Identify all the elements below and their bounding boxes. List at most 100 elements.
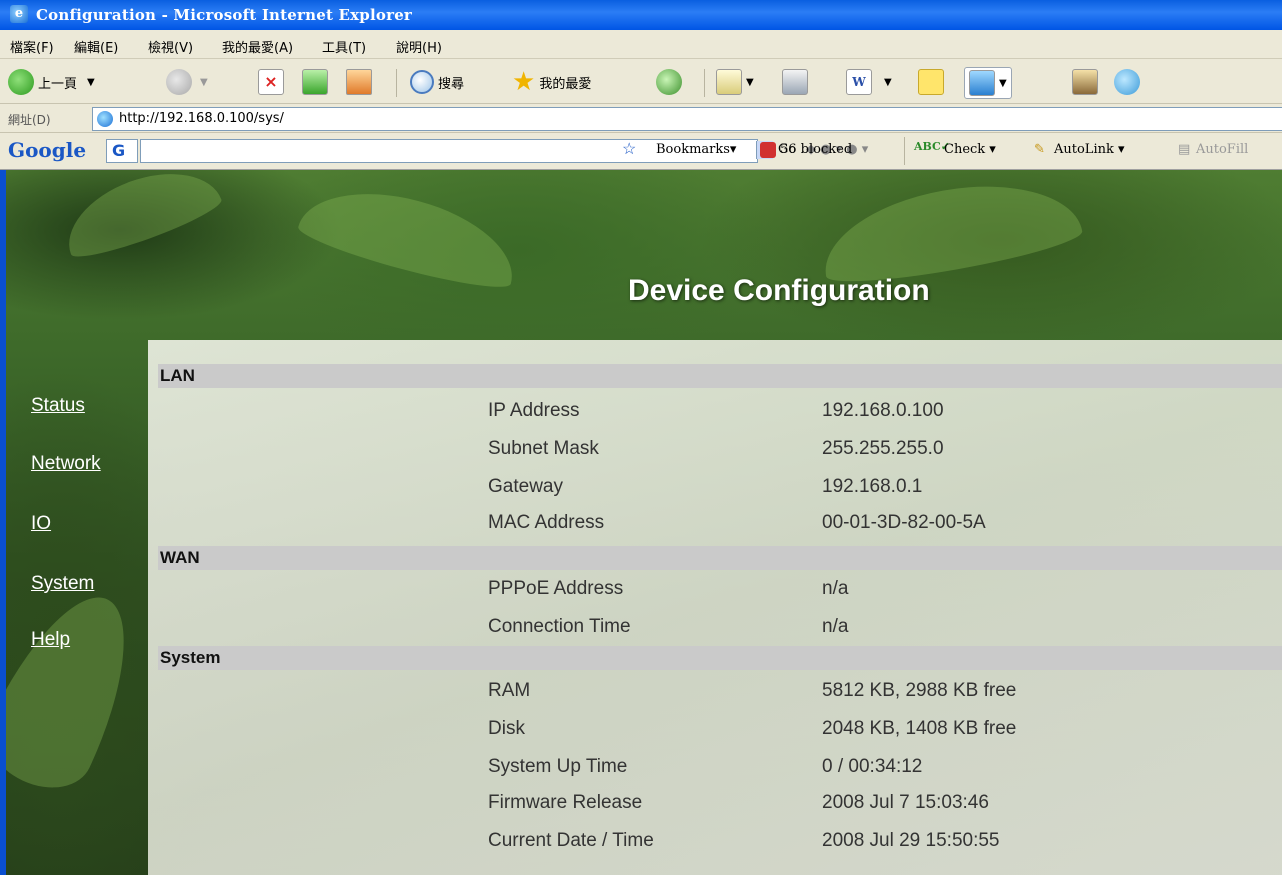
- history-button[interactable]: [656, 67, 686, 97]
- bookmarks-button[interactable]: Bookmarks▾: [656, 142, 736, 157]
- bookmark-star-icon: ☆: [622, 139, 637, 158]
- refresh-button[interactable]: [302, 67, 332, 97]
- window-left-border: [0, 170, 6, 875]
- search-button[interactable]: 搜尋: [410, 67, 464, 97]
- messenger-icon: [969, 70, 995, 96]
- nav-help-link[interactable]: Help: [31, 629, 70, 651]
- home-icon: [346, 69, 372, 95]
- section-title: System: [160, 648, 221, 667]
- fern-decoration: [54, 170, 226, 266]
- table-row: Gateway 192.168.0.1: [148, 476, 1282, 510]
- favorites-button[interactable]: ★ 我的最愛: [512, 67, 591, 97]
- field-value: 00-01-3D-82-00-5A: [822, 512, 986, 533]
- back-button[interactable]: 上一頁 ▼: [8, 67, 95, 97]
- table-row: MAC Address 00-01-3D-82-00-5A: [148, 512, 1282, 546]
- field-label: Current Date / Time: [488, 830, 654, 851]
- home-button[interactable]: [346, 67, 376, 97]
- browser-window: e Configuration - Microsoft Internet Exp…: [0, 0, 1282, 875]
- edit-dropdown-icon[interactable]: ▼: [884, 77, 892, 88]
- back-arrow-icon: [8, 69, 34, 95]
- field-label: Connection Time: [488, 616, 631, 637]
- note-icon: [918, 69, 944, 95]
- nav-network-link[interactable]: Network: [31, 453, 101, 475]
- field-value: 0 / 00:34:12: [822, 756, 923, 777]
- field-label: PPPoE Address: [488, 578, 624, 599]
- table-row: Connection Time n/a: [148, 616, 1282, 650]
- menu-bar: 檔案(F) 編輯(E) 檢視(V) 我的最愛(A) 工具(T) 說明(H): [0, 30, 1282, 59]
- forward-dropdown-icon[interactable]: ▼: [200, 77, 208, 88]
- google-logo[interactable]: Google: [8, 138, 86, 162]
- field-label: RAM: [488, 680, 531, 701]
- menu-edit[interactable]: 編輯(E): [74, 37, 118, 56]
- autofill-button[interactable]: AutoFill: [1196, 142, 1248, 157]
- fern-decoration: [0, 576, 158, 804]
- back-dropdown-icon[interactable]: ▼: [87, 77, 95, 88]
- messenger-dropdown-icon[interactable]: ▼: [999, 78, 1007, 89]
- page-content: Device Configuration Status Network IO S…: [0, 170, 1282, 875]
- window-title: Configuration - Microsoft Internet Explo…: [36, 6, 413, 24]
- autolink-button[interactable]: AutoLink ▾: [1054, 142, 1125, 157]
- field-label: Gateway: [488, 476, 563, 497]
- field-label: IP Address: [488, 400, 580, 421]
- table-row: Subnet Mask 255.255.255.0: [148, 438, 1282, 472]
- print-button[interactable]: [782, 67, 812, 97]
- mail-button[interactable]: ▼: [716, 67, 754, 97]
- menu-help[interactable]: 說明(H): [396, 37, 442, 56]
- research-button[interactable]: [1072, 67, 1102, 97]
- google-menu-button[interactable]: G: [106, 139, 138, 163]
- field-label: MAC Address: [488, 512, 605, 533]
- field-value: n/a: [822, 616, 849, 637]
- messenger-button[interactable]: ▼: [964, 67, 1012, 99]
- menu-favorites[interactable]: 我的最愛(A): [222, 37, 293, 56]
- mail-dropdown-icon[interactable]: ▼: [746, 77, 754, 88]
- refresh-icon: [302, 69, 328, 95]
- forward-button[interactable]: ▼: [166, 67, 208, 97]
- edit-word-button[interactable]: W ▼: [846, 67, 892, 97]
- field-value: 255.255.255.0: [822, 438, 944, 459]
- table-row: Firmware Release 2008 Jul 7 15:03:46: [148, 792, 1282, 826]
- favorites-label: 我的最愛: [539, 76, 592, 92]
- mail-icon: [716, 69, 742, 95]
- table-row: RAM 5812 KB, 2988 KB free: [148, 680, 1282, 714]
- popup-blocked-count[interactable]: 56 blocked: [780, 142, 852, 157]
- research-icon: [1072, 69, 1098, 95]
- toolbar-separator-2: [704, 69, 705, 97]
- field-label: Subnet Mask: [488, 438, 599, 459]
- menu-tools[interactable]: 工具(T): [322, 37, 366, 56]
- page-title: Device Configuration: [628, 274, 930, 307]
- table-row: Disk 2048 KB, 1408 KB free: [148, 718, 1282, 752]
- title-bar: e Configuration - Microsoft Internet Exp…: [0, 0, 1282, 30]
- autolink-icon: ✎: [1034, 142, 1045, 157]
- contacts-icon: [1114, 69, 1140, 95]
- address-url[interactable]: http://192.168.0.100/sys/: [119, 111, 284, 126]
- nav-system-link[interactable]: System: [31, 573, 94, 595]
- field-value: n/a: [822, 578, 849, 599]
- page-icon: [97, 111, 113, 127]
- google-toolbar: Google G ▼ Go ◆ ● ▾ ● ▾ ☆ Bookmarks▾ 56 …: [0, 133, 1282, 170]
- status-panel: LAN IP Address 192.168.0.100 Subnet Mask 2…: [148, 340, 1282, 875]
- field-value: 192.168.0.1: [822, 476, 923, 497]
- field-label: System Up Time: [488, 756, 628, 777]
- section-header-lan: LAN: [158, 364, 1282, 388]
- popup-blocker-icon: [760, 142, 776, 158]
- nav-io-link[interactable]: IO: [31, 513, 51, 535]
- autofill-icon: ▤: [1178, 142, 1191, 157]
- google-g-icon: G: [112, 141, 126, 160]
- address-label: 網址(D): [8, 113, 51, 127]
- address-bar: 網址(D) http://192.168.0.100/sys/: [0, 104, 1282, 133]
- field-value: 2008 Jul 29 15:50:55: [822, 830, 1000, 851]
- ie-icon: e: [10, 5, 28, 23]
- section-header-system: System: [158, 646, 1282, 670]
- contacts-button[interactable]: [1114, 67, 1144, 97]
- menu-file[interactable]: 檔案(F): [10, 37, 54, 56]
- stop-button[interactable]: ×: [258, 67, 288, 97]
- history-icon: [656, 69, 682, 95]
- toolbar-separator: [396, 69, 397, 97]
- address-input[interactable]: http://192.168.0.100/sys/: [92, 107, 1282, 131]
- print-icon: [782, 69, 808, 95]
- check-button[interactable]: Check ▾: [944, 142, 996, 157]
- menu-view[interactable]: 檢視(V): [148, 37, 193, 56]
- note-button[interactable]: [918, 67, 948, 97]
- table-row: Current Date / Time 2008 Jul 29 15:50:55: [148, 830, 1282, 864]
- nav-status-link[interactable]: Status: [31, 395, 85, 417]
